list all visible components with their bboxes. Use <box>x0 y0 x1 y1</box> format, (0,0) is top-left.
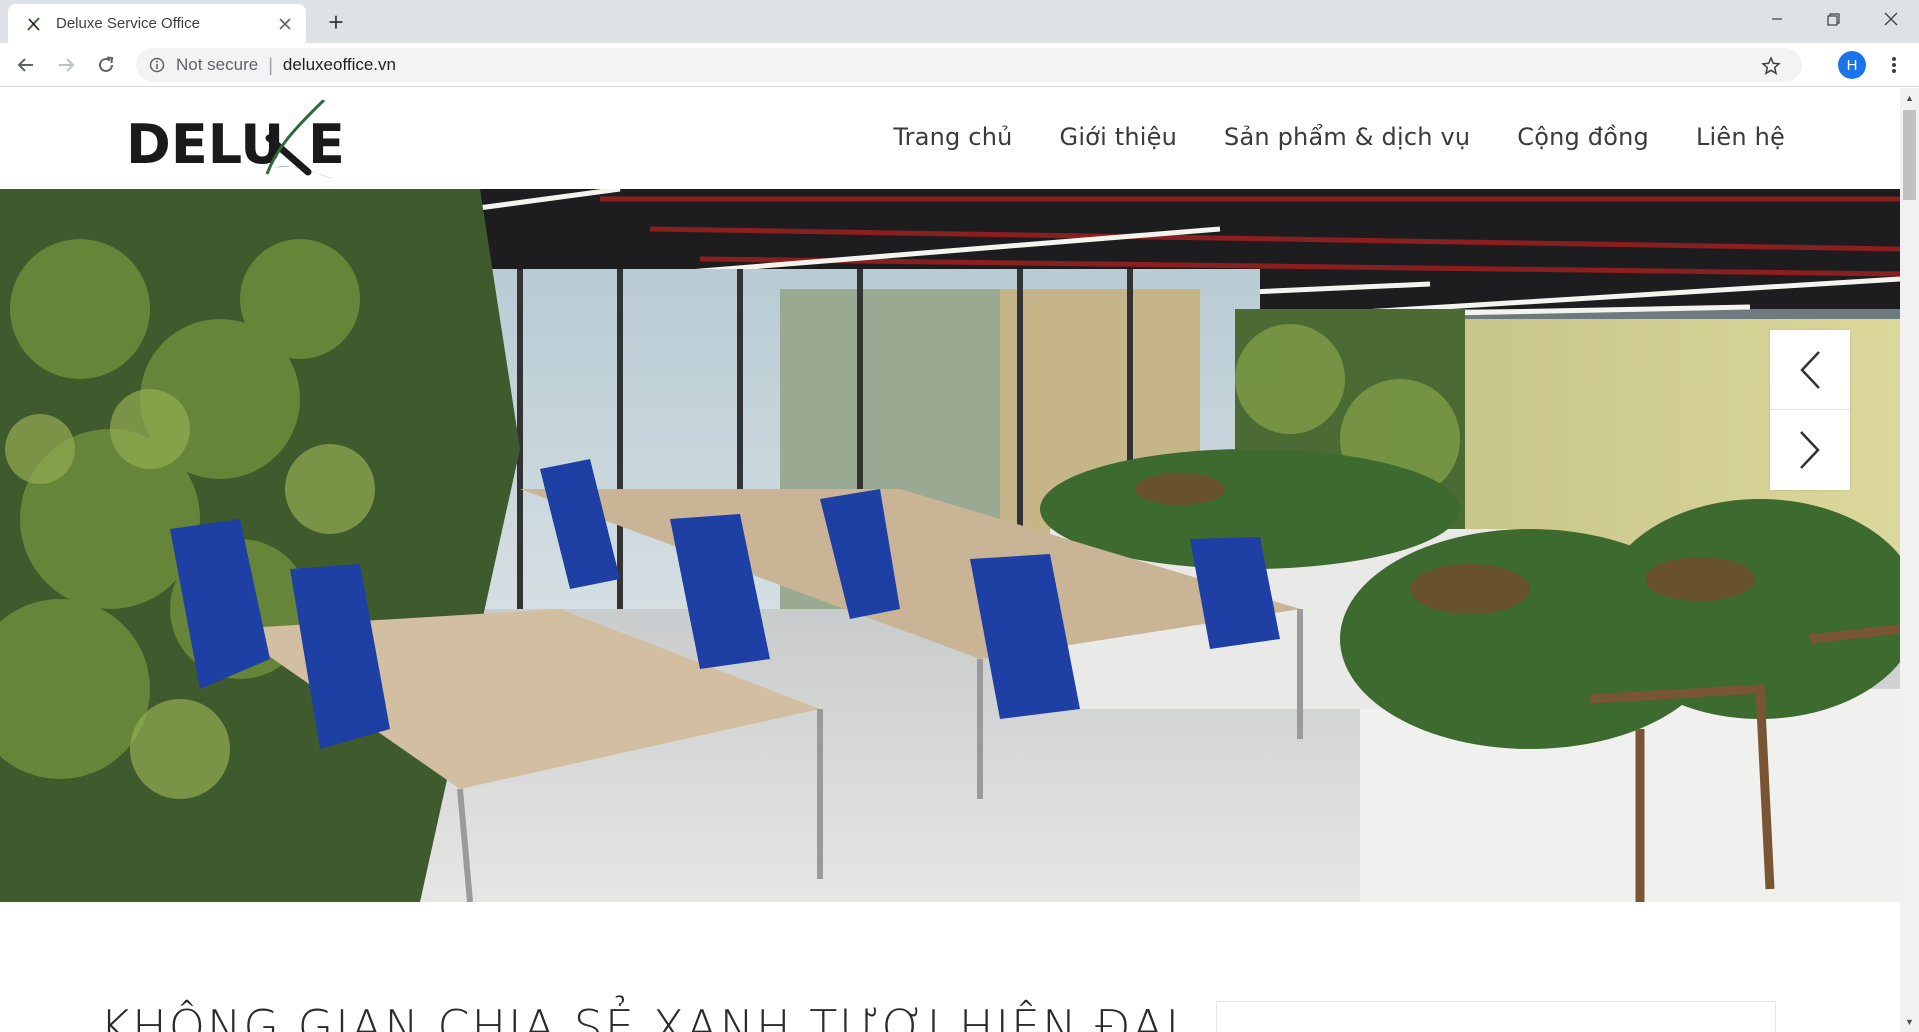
svg-text:E: E <box>308 113 345 176</box>
info-icon[interactable] <box>148 56 166 74</box>
nav-item-home[interactable]: Trang chủ <box>893 123 1012 151</box>
tab-title: Deluxe Service Office <box>56 15 200 32</box>
security-label[interactable]: Not secure <box>176 55 258 75</box>
forward-icon[interactable] <box>50 49 82 81</box>
section-heading: KHÔNG GIAN CHIA SẺ XANH TƯƠI HIỆN ĐẠI <box>100 1000 1182 1032</box>
scrollbar-thumb[interactable] <box>1903 110 1916 200</box>
sidebar-card <box>1216 1001 1776 1032</box>
address-separator: | <box>268 54 273 75</box>
browser-toolbar: Not secure | deluxeoffice.vn H <box>0 43 1919 87</box>
nav-item-about[interactable]: Giới thiệu <box>1060 123 1178 151</box>
slider-controls <box>1770 330 1850 490</box>
nav-item-contact[interactable]: Liên hệ <box>1696 123 1785 151</box>
main-navigation: Trang chủ Giới thiệu Sản phẩm & dịch vụ … <box>893 123 1785 151</box>
back-icon[interactable] <box>10 49 42 81</box>
site-header: DELU E Trang chủ Giới thiệu Sản phẩm & d… <box>0 88 1900 189</box>
browser-tab[interactable]: Deluxe Service Office <box>8 4 306 43</box>
close-tab-icon[interactable] <box>274 13 296 35</box>
chevron-right-icon[interactable] <box>1770 410 1850 490</box>
logo-text: DELU <box>126 113 284 176</box>
page-viewport: DELU E Trang chủ Giới thiệu Sản phẩm & d… <box>0 88 1900 1032</box>
kebab-icon[interactable] <box>1880 51 1908 79</box>
new-tab-button[interactable]: + <box>322 8 350 36</box>
reload-icon[interactable] <box>90 49 122 81</box>
profile-avatar[interactable]: H <box>1838 51 1866 79</box>
scroll-down-icon[interactable]: ▼ <box>1900 1014 1919 1030</box>
nav-item-products-services[interactable]: Sản phẩm & dịch vụ <box>1224 123 1470 151</box>
scroll-up-icon[interactable]: ▲ <box>1900 90 1919 106</box>
browser-tab-strip: Deluxe Service Office + <box>0 0 1919 43</box>
restore-icon[interactable] <box>1805 0 1861 38</box>
star-icon[interactable] <box>1760 55 1782 77</box>
address-bar[interactable]: Not secure | deluxeoffice.vn <box>136 48 1802 82</box>
minimize-icon[interactable] <box>1749 0 1805 38</box>
page-scrollbar[interactable]: ▲ ▼ <box>1900 88 1919 1032</box>
hero-slider-image <box>0 189 1900 902</box>
url-text[interactable]: deluxeoffice.vn <box>283 55 396 75</box>
deluxe-logo[interactable]: DELU E <box>126 98 358 180</box>
site-favicon-icon <box>24 14 44 34</box>
close-window-icon[interactable] <box>1863 0 1919 38</box>
chevron-left-icon[interactable] <box>1770 330 1850 410</box>
nav-item-community[interactable]: Cộng đồng <box>1517 123 1649 151</box>
